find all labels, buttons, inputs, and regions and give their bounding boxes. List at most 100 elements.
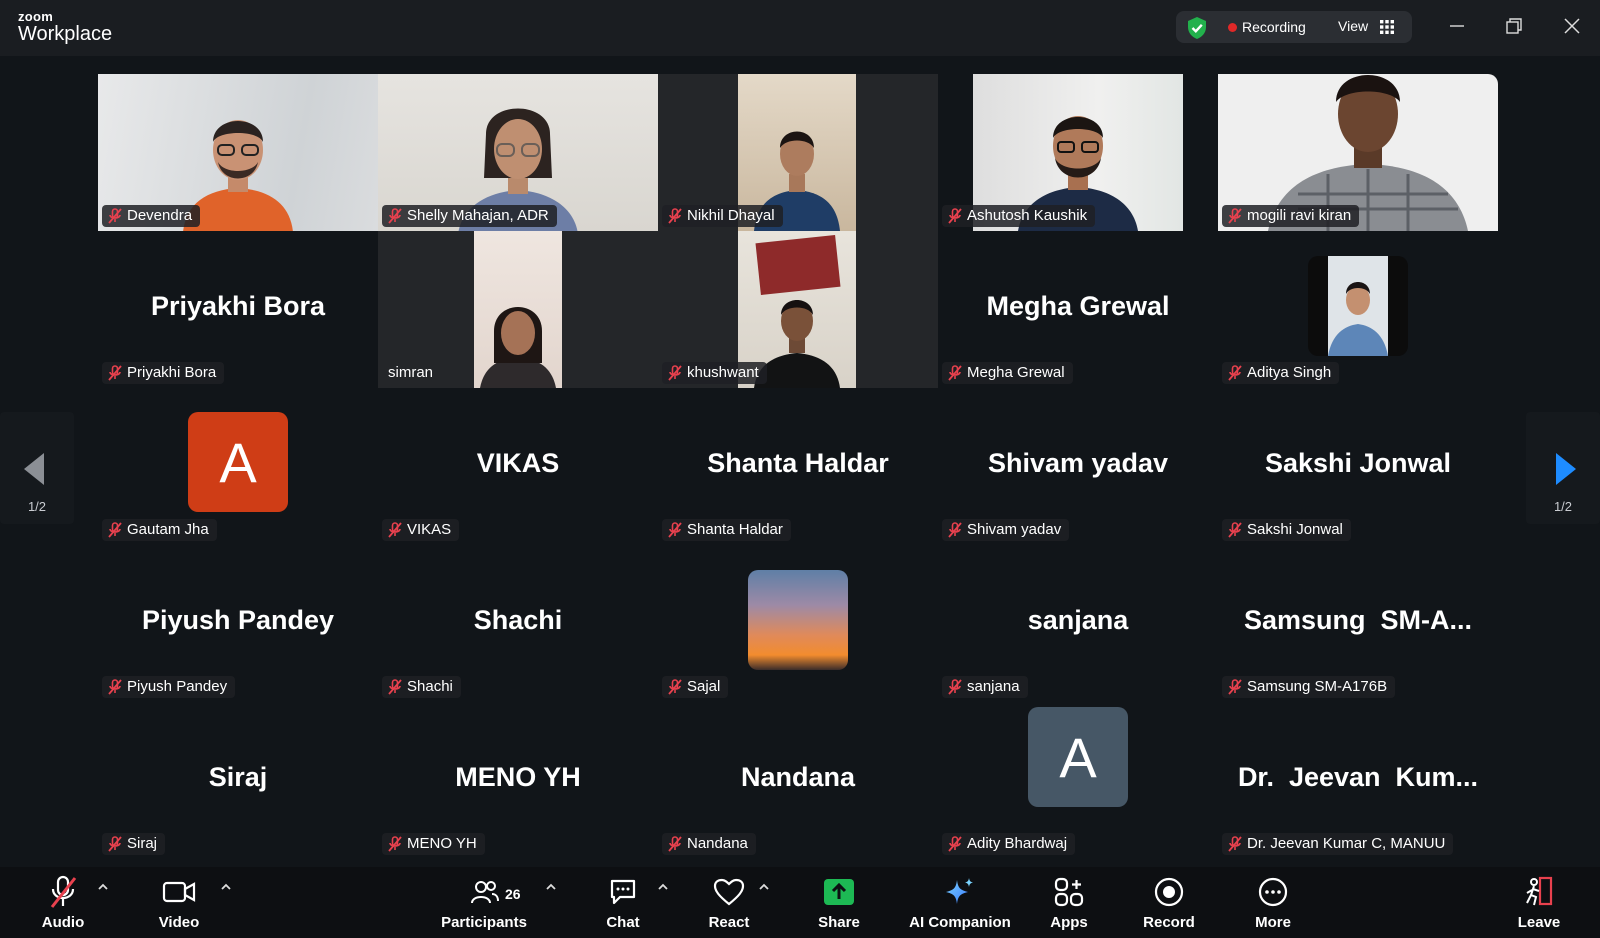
next-page-button[interactable]: 1/2 — [1526, 412, 1600, 524]
mic-muted-icon — [668, 522, 682, 538]
participant-tile-samsung-sm-a176b[interactable]: Samsung SM-A... Samsung SM-A176B — [1218, 545, 1498, 702]
participant-display-name: Sakshi Jonwal — [1264, 448, 1452, 478]
participant-tile-adity-bhardwaj[interactable]: A Adity Bhardwaj — [938, 702, 1218, 859]
participant-display-name: Dr. Jeevan Kum... — [1237, 762, 1479, 792]
participant-tile-nandana[interactable]: Nandana Nandana — [658, 702, 938, 859]
participant-tile-sajal[interactable]: Sajal — [658, 545, 938, 702]
participant-tile-gautam-jha[interactable]: A Gautam Jha — [98, 388, 378, 545]
participant-tile-khushwant[interactable]: khushwant — [658, 231, 938, 388]
participant-tile-sanjana[interactable]: sanjana sanjana — [938, 545, 1218, 702]
mic-muted-icon — [388, 679, 402, 695]
participants-options-chevron-up-icon[interactable] — [545, 881, 557, 893]
mic-muted-icon — [108, 208, 122, 224]
chat-options-chevron-up-icon[interactable] — [657, 881, 669, 893]
record-button[interactable]: Record — [1136, 873, 1202, 931]
react-options-chevron-up-icon[interactable] — [758, 881, 770, 893]
participant-name-tag: Piyush Pandey — [102, 676, 236, 698]
participant-tile-shivam-yadav[interactable]: Shivam yadav Shivam yadav — [938, 388, 1218, 545]
participant-tile-priyakhi-bora[interactable]: Priyakhi Bora Priyakhi Bora — [98, 231, 378, 388]
mic-muted-icon — [948, 679, 962, 695]
participant-tile-ashutosh-kaushik[interactable]: Ashutosh Kaushik — [938, 74, 1218, 231]
page-indicator-right: 1/2 — [1553, 499, 1573, 514]
mic-muted-icon — [948, 208, 962, 224]
participant-name-tag: Shelly Mahajan, ADR — [382, 205, 557, 227]
record-icon — [1154, 877, 1184, 907]
apps-icon — [1054, 877, 1084, 907]
participant-name-tag: Adity Bhardwaj — [942, 833, 1076, 855]
chat-button[interactable]: Chat — [590, 873, 656, 931]
leave-button[interactable]: Leave — [1506, 873, 1572, 931]
mic-muted-icon — [948, 522, 962, 538]
participant-tile-nikhil-dhayal[interactable]: Nikhil Dhayal — [658, 74, 938, 231]
participant-tile-shachi[interactable]: Shachi Shachi — [378, 545, 658, 702]
participant-tile-meno-yh[interactable]: MENO YH MENO YH — [378, 702, 658, 859]
participant-tile-shelly-mahajan[interactable]: Shelly Mahajan, ADR — [378, 74, 658, 231]
participant-tile-shanta-haldar[interactable]: Shanta Haldar Shanta Haldar — [658, 388, 938, 545]
share-screen-icon — [824, 879, 854, 905]
participant-tile-aditya-singh[interactable]: Aditya Singh — [1218, 231, 1498, 388]
video-button[interactable]: Video — [146, 873, 212, 931]
participant-display-name: Nandana — [740, 762, 856, 792]
share-button[interactable]: Share — [806, 873, 872, 931]
participant-name-tag: Aditya Singh — [1222, 362, 1340, 384]
participants-icon — [471, 881, 499, 904]
participant-name-tag: Nikhil Dhayal — [662, 205, 783, 227]
participant-name-tag: Nandana — [662, 833, 756, 855]
participant-display-name: Megha Grewal — [986, 291, 1170, 321]
participant-name-tag: Gautam Jha — [102, 519, 217, 541]
participant-tile-devendra[interactable]: Devendra — [98, 74, 378, 231]
participant-name-tag: Samsung SM-A176B — [1222, 676, 1396, 698]
participant-tile-dr-jeevan-kumar[interactable]: Dr. Jeevan Kum... Dr. Jeevan Kumar C, MA… — [1218, 702, 1498, 859]
participant-display-name: Priyakhi Bora — [150, 291, 326, 321]
profile-photo — [1308, 256, 1408, 356]
audio-button[interactable]: Audio — [30, 873, 96, 931]
mic-muted-icon — [948, 836, 962, 852]
participant-name-tag: VIKAS — [382, 519, 460, 541]
video-options-chevron-up-icon[interactable] — [220, 881, 232, 893]
encryption-shield-icon[interactable] — [1186, 16, 1208, 40]
title-bar: zoom Workplace Recording View — [0, 0, 1600, 56]
close-icon[interactable] — [1562, 16, 1582, 36]
participants-button[interactable]: Participants — [436, 873, 532, 931]
react-button[interactable]: React — [696, 873, 762, 931]
participant-name-tag: Dr. Jeevan Kumar C, MANUU — [1222, 833, 1454, 855]
participant-display-name: MENO YH — [455, 762, 581, 792]
restore-icon[interactable] — [1504, 16, 1524, 36]
participant-name-tag: Megha Grewal — [942, 362, 1073, 384]
arrow-right-icon — [1556, 453, 1576, 485]
participant-count: 26 — [505, 886, 521, 902]
wall-poster — [755, 234, 841, 296]
participant-name-tag: Shivam yadav — [942, 519, 1070, 541]
minimize-icon[interactable] — [1447, 16, 1467, 36]
participant-tile-mogili-ravi-kiran[interactable]: mogili ravi kiran — [1218, 74, 1498, 231]
participant-name-tag: mogili ravi kiran — [1222, 205, 1360, 227]
participant-tile-siraj[interactable]: Siraj Siraj — [98, 702, 378, 859]
participant-tile-megha-grewal[interactable]: Megha Grewal Megha Grewal — [938, 231, 1218, 388]
ai-companion-button[interactable]: AI Companion — [900, 873, 1020, 931]
avatar: A — [188, 412, 288, 512]
zoom-workplace-logo: zoom Workplace — [18, 9, 113, 45]
participant-display-name: VIKAS — [476, 448, 560, 478]
participant-tile-simran[interactable]: simran — [378, 231, 658, 388]
arrow-left-icon — [24, 453, 44, 485]
chat-bubble-icon — [610, 879, 636, 905]
mic-muted-icon — [1228, 522, 1242, 538]
participant-tile-vikas[interactable]: VIKAS VIKAS — [378, 388, 658, 545]
previous-page-button[interactable]: 1/2 — [0, 412, 74, 524]
participant-display-name: Shachi — [473, 605, 563, 635]
mic-muted-icon — [108, 679, 122, 695]
view-button[interactable]: View — [1338, 18, 1368, 34]
recording-label[interactable]: Recording — [1242, 19, 1306, 35]
participant-name-tag: Ashutosh Kaushik — [942, 205, 1096, 227]
page-indicator-left: 1/2 — [27, 499, 47, 514]
more-button[interactable]: More — [1240, 873, 1306, 931]
leave-exit-icon — [1526, 876, 1553, 906]
audio-options-chevron-up-icon[interactable] — [97, 881, 109, 893]
more-options-icon — [1258, 877, 1288, 907]
gallery-view-icon[interactable] — [1380, 20, 1394, 34]
apps-button[interactable]: Apps — [1036, 873, 1102, 931]
participant-tile-piyush-pandey[interactable]: Piyush Pandey Piyush Pandey — [98, 545, 378, 702]
mic-muted-icon — [108, 836, 122, 852]
participant-tile-sakshi-jonwal[interactable]: Sakshi Jonwal Sakshi Jonwal — [1218, 388, 1498, 545]
participant-name-tag: simran — [388, 364, 434, 381]
